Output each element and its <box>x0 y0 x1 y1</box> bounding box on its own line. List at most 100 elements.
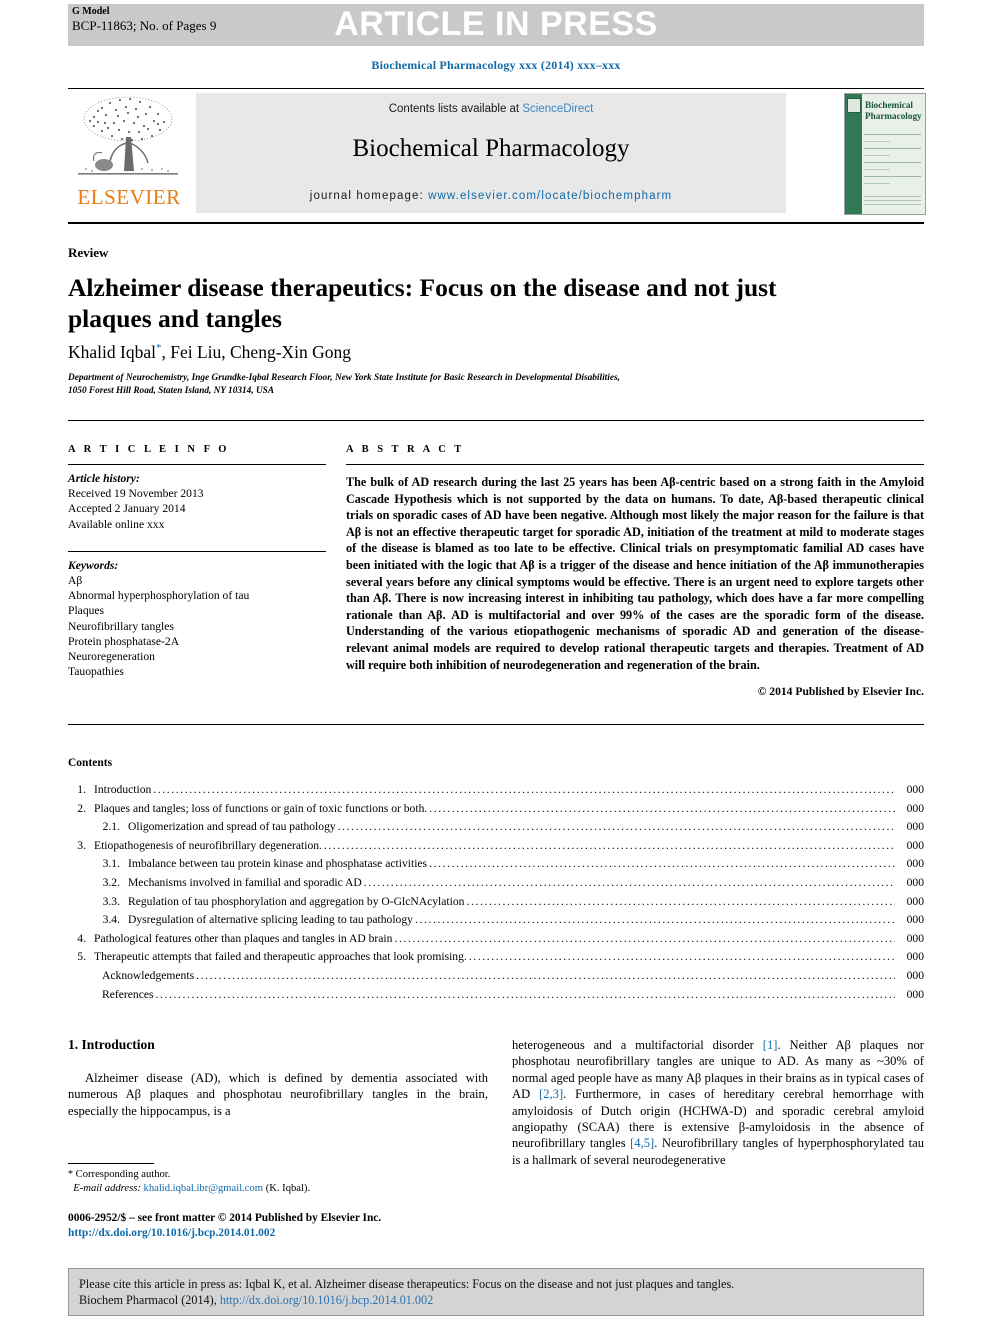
manuscript-id: BCP-11863; No. of Pages 9 <box>72 18 217 33</box>
journal-cover-thumbnail: Biochemical Pharmacology <box>844 93 926 215</box>
sciencedirect-link[interactable]: ScienceDirect <box>522 103 593 115</box>
footnote-rule <box>68 1163 154 1164</box>
corresponding-email-link[interactable]: khalid.iqbal.ibr@gmail.com <box>144 1183 264 1194</box>
email-suffix: (K. Iqbal). <box>265 1183 311 1195</box>
table-of-contents: 1. Introduction..........................… <box>68 783 924 1006</box>
masthead-panel: Contents lists available at ScienceDirec… <box>196 93 786 213</box>
toc-row[interactable]: 1. Introduction..........................… <box>68 783 924 802</box>
toc-row[interactable]: 3.4. Dysregulation of alternative splicin… <box>68 913 924 932</box>
toc-leader-dots: ........................................… <box>429 801 895 815</box>
toc-page-number: 000 <box>906 968 924 982</box>
article-info-rule-top <box>68 464 326 465</box>
journal-title: Biochemical Pharmacology <box>352 135 630 162</box>
keyword-item: Neuroregeneration <box>68 650 155 664</box>
cover-footer-lines <box>864 196 921 208</box>
toc-number: 3.2. <box>102 875 120 889</box>
contents-available-prefix: Contents lists available at <box>388 103 523 115</box>
homepage-label: journal homepage: <box>309 190 429 202</box>
toc-leader-dots: ........................................… <box>429 857 895 871</box>
cite-box-text: Please cite this article in press as: Iq… <box>79 1276 913 1309</box>
toc-page-number: 000 <box>906 875 924 889</box>
abstract-rule <box>346 464 924 465</box>
citation-ref-2[interactable]: [2,3] <box>539 1087 563 1101</box>
g-model-label: G Model <box>72 6 110 17</box>
keyword-item: Aβ <box>68 574 83 588</box>
cite-line-2-prefix: Biochem Pharmacol (2014), <box>79 1293 220 1308</box>
journal-homepage-line: journal homepage: www.elsevier.com/locat… <box>196 190 786 202</box>
toc-page-number: 000 <box>906 820 924 834</box>
journal-homepage-link[interactable]: www.elsevier.com/locate/biochempharm <box>428 190 672 202</box>
toc-row[interactable]: 3. Etiopathogenesis of neurofibrillary de… <box>68 839 924 858</box>
available-online: Available online xxx <box>68 517 165 531</box>
intro-paragraph-left: Alzheimer disease (AD), which is defined… <box>68 1071 488 1118</box>
toc-number: 5. <box>77 950 86 964</box>
cite-line-1: Please cite this article in press as: Iq… <box>79 1277 735 1291</box>
toc-row[interactable]: 3.3. Regulation of tau phosphorylation an… <box>68 895 924 914</box>
footnote-star: * <box>68 1169 73 1180</box>
issn-line: 0006-2952/$ – see front matter © 2014 Pu… <box>68 1212 382 1224</box>
toc-leader-dots: ........................................… <box>414 913 895 927</box>
toc-label: Therapeutic attempts that failed and the… <box>94 950 467 964</box>
elsevier-logo: ELSEVIER <box>68 93 190 213</box>
cite-doi-link[interactable]: http://dx.doi.org/10.1016/j.bcp.2014.01.… <box>220 1293 433 1307</box>
body-column-right: heterogeneous and a multifactorial disor… <box>512 1037 924 1168</box>
toc-row[interactable]: 2.1. Oligomerization and spread of tau pa… <box>68 820 924 839</box>
intro-paragraph-right: heterogeneous and a multifactorial disor… <box>512 1037 924 1168</box>
toc-row[interactable]: 5. Therapeutic attempts that failed and t… <box>68 950 924 969</box>
toc-row[interactable]: 3.1. Imbalance between tau protein kinase… <box>68 857 924 876</box>
keywords-block: Keywords: Aβ Abnormal hyperphosphorylati… <box>68 558 326 680</box>
toc-leader-dots: ........................................… <box>363 875 895 889</box>
abstract-heading: A B S T R A C T <box>346 444 465 455</box>
toc-label: Imbalance between tau protein kinase and… <box>128 857 428 871</box>
citation-ref-3[interactable]: [4,5] <box>630 1136 654 1150</box>
toc-page-number: 000 <box>906 783 924 796</box>
toc-row[interactable]: 4. Pathological features other than plaqu… <box>68 932 924 951</box>
toc-label: Pathological features other than plaques… <box>94 931 393 945</box>
toc-leader-dots: ........................................… <box>337 820 895 834</box>
contents-heading: Contents <box>68 757 113 769</box>
journal-citation: Biochemical Pharmacology xxx (2014) xxx–… <box>371 58 621 72</box>
article-type-label: Review <box>68 245 109 260</box>
toc-row[interactable]: 2. Plaques and tangles; loss of functions… <box>68 802 924 821</box>
keyword-item: Abnormal hyperphosphorylation of tau <box>68 589 250 603</box>
introduction-heading: 1. Introduction <box>68 1037 155 1052</box>
toc-label: Acknowledgements <box>102 968 195 982</box>
toc-page-number: 000 <box>906 801 924 815</box>
toc-label: Etiopathogenesis of neurofibrillary dege… <box>94 838 322 852</box>
toc-label: Regulation of tau phosphorylation and ag… <box>128 894 465 908</box>
toc-row[interactable]: Acknowledgements........................… <box>68 969 924 988</box>
authors-remaining: , Fei Liu, Cheng-Xin Gong <box>161 342 352 362</box>
author-first: Khalid Iqbal <box>68 342 156 362</box>
toc-number: 3.1. <box>102 857 120 871</box>
journal-masthead: ELSEVIER Contents lists available at Sci… <box>68 88 926 217</box>
toc-row[interactable]: 3.2. Mechanisms involved in familial and … <box>68 876 924 895</box>
corresponding-author-note: Corresponding author. <box>75 1169 171 1180</box>
keyword-item: Protein phosphatase-2A <box>68 634 180 648</box>
toc-leader-dots: ........................................… <box>394 931 895 945</box>
toc-label: Oligomerization and spread of tau pathol… <box>128 820 336 834</box>
article-first-page: ARTICLE IN PRESS G Model BCP-11863; No. … <box>0 0 992 1323</box>
toc-leader-dots: ........................................… <box>153 783 895 796</box>
toc-page-number: 000 <box>906 913 924 927</box>
elsevier-wordmark: ELSEVIER <box>77 185 181 209</box>
keyword-item: Neurofibrillary tangles <box>68 619 174 633</box>
toc-label: Introduction <box>94 783 152 796</box>
toc-row[interactable]: References..............................… <box>68 988 924 1007</box>
article-info-heading: A R T I C L E I N F O <box>68 444 230 455</box>
toc-label: Dysregulation of alternative splicing le… <box>128 913 413 927</box>
elsevier-tree-icon <box>78 96 178 175</box>
keywords-label: Keywords: <box>68 558 119 572</box>
doi-link[interactable]: http://dx.doi.org/10.1016/j.bcp.2014.01.… <box>68 1227 275 1239</box>
toc-page-number: 000 <box>906 838 924 852</box>
toc-leader-dots: ........................................… <box>196 968 895 982</box>
body-column-left: Alzheimer disease (AD), which is defined… <box>68 1070 488 1119</box>
toc-label: References <box>102 987 154 1001</box>
author-list: Khalid Iqbal*, Fei Liu, Cheng-Xin Gong <box>68 342 351 363</box>
cite-this-article-box: Please cite this article in press as: Iq… <box>68 1268 924 1316</box>
citation-ref-1[interactable]: [1] <box>763 1038 778 1052</box>
toc-number: 1. <box>77 783 86 796</box>
toc-leader-dots: ........................................… <box>466 894 895 908</box>
toc-number: 3.3. <box>102 894 120 908</box>
article-history-label: Article history: <box>68 472 140 485</box>
toc-page-number: 000 <box>906 857 924 871</box>
